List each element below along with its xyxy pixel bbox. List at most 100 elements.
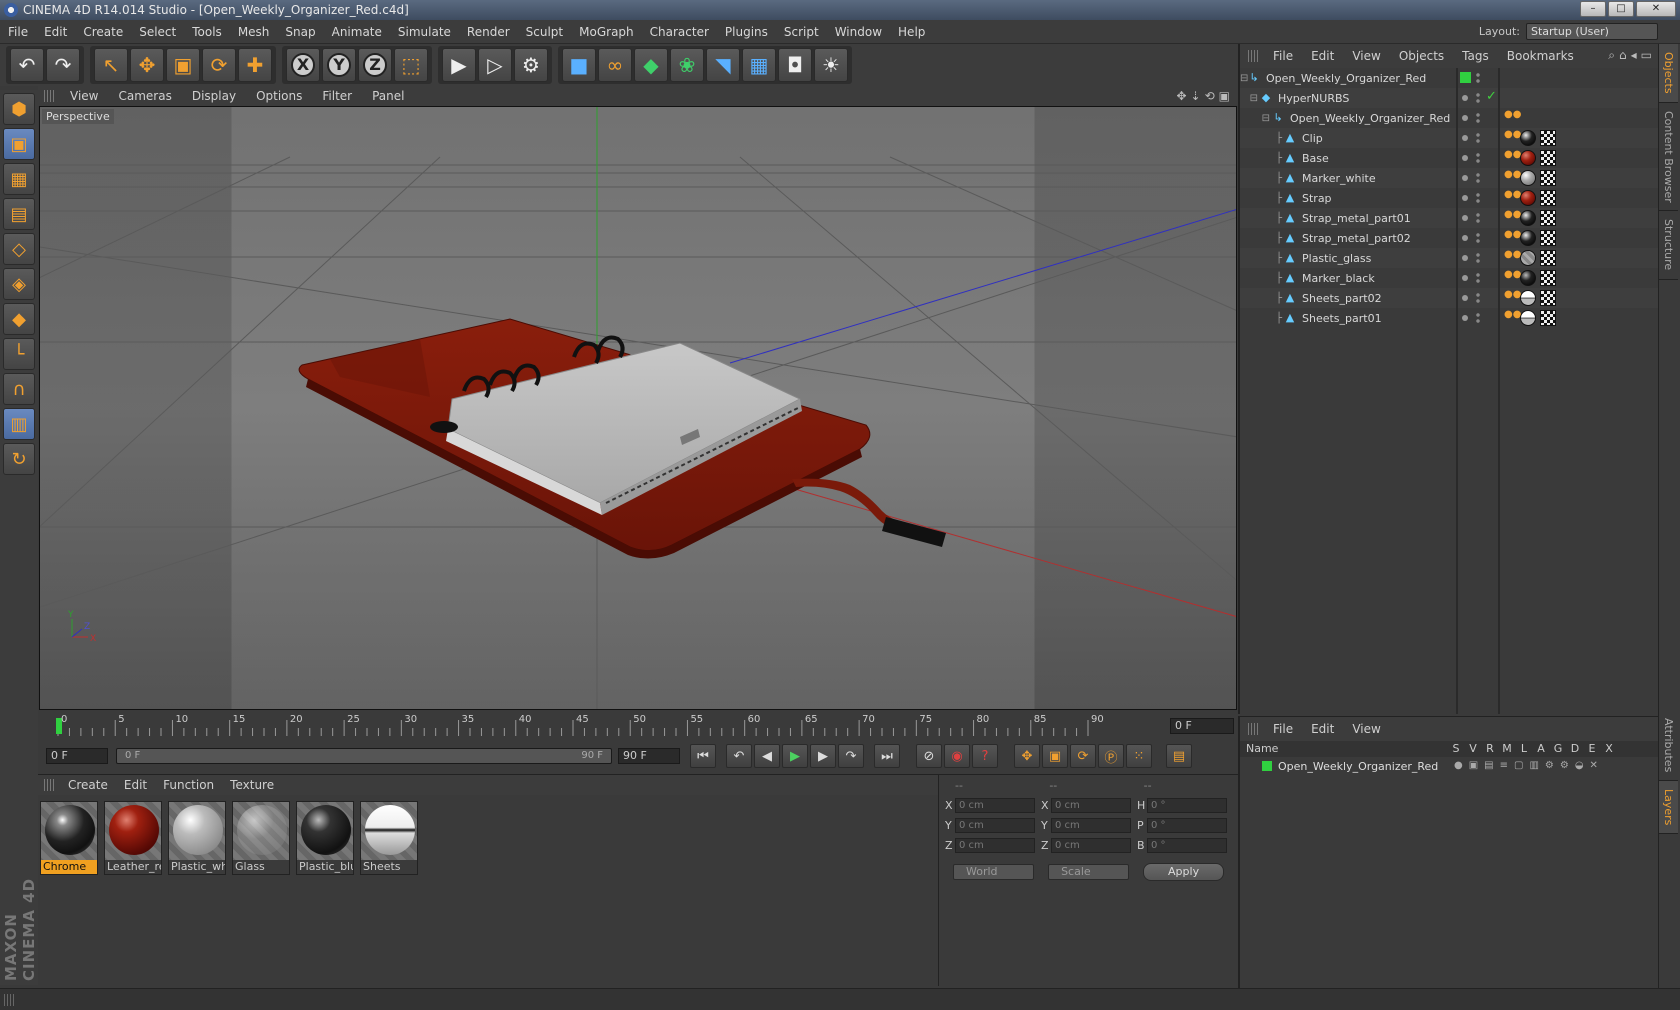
render-visibility-dots[interactable] <box>1476 192 1480 204</box>
material-menu-edit[interactable]: Edit <box>116 778 155 792</box>
layer-row[interactable]: Open_Weekly_Organizer_Red ●▣▤≡▢▥⚙⚙◒✕ <box>1240 757 1658 775</box>
model-mode-icon[interactable]: ▣ <box>3 128 35 160</box>
material-tag-icon[interactable] <box>1520 290 1536 306</box>
menu-file[interactable]: File <box>0 25 36 39</box>
layer-menu-view[interactable]: View <box>1343 722 1389 736</box>
editor-visibility-dot[interactable] <box>1462 295 1468 301</box>
apply-button[interactable]: Apply <box>1143 863 1225 881</box>
viewport-menu-view[interactable]: View <box>60 89 108 103</box>
material-tag-icon[interactable] <box>1520 310 1536 326</box>
object-name[interactable]: HyperNURBS <box>1278 92 1349 105</box>
render-visibility-dots[interactable] <box>1476 172 1480 184</box>
render-visibility-dots[interactable] <box>1476 152 1480 164</box>
coordinate-system-icon[interactable]: ⬚ <box>394 48 428 82</box>
render-picture-viewer-icon[interactable]: ▷ <box>478 48 512 82</box>
phong-tag-icon[interactable]: ●● <box>1504 310 1521 325</box>
keyframe-selection-icon[interactable]: ? <box>972 744 998 768</box>
toggle-layout-icon[interactable]: ▣ <box>1219 89 1230 103</box>
collapse-toggle-icon[interactable]: ⊟ <box>1240 113 1272 124</box>
tab-structure[interactable]: Structure <box>1659 211 1678 280</box>
object-row[interactable]: ├ ▲ Sheets_part02 ●● <box>1240 288 1658 308</box>
next-frame-icon[interactable]: ▶ <box>810 744 836 768</box>
phong-tag-icon[interactable]: ●● <box>1504 150 1521 165</box>
object-name[interactable]: Marker_black <box>1302 272 1375 285</box>
object-name[interactable]: Marker_white <box>1302 172 1376 185</box>
polygons-mode-icon[interactable]: ◆ <box>3 303 35 335</box>
y-axis-lock-icon[interactable]: Y <box>322 48 356 82</box>
timeline-ruler[interactable]: 0 5 10 15 20 25 30 35 40 45 50 55 60 65 70 75 80 85 90 <box>48 714 1148 738</box>
uvw-tag-icon[interactable] <box>1540 170 1556 186</box>
material-tag-icon[interactable] <box>1520 270 1536 286</box>
floor-icon[interactable]: ▦ <box>742 48 776 82</box>
material-menu-texture[interactable]: Texture <box>222 778 282 792</box>
make-editable-icon[interactable]: ⬢ <box>3 93 35 125</box>
menu-mograph[interactable]: MoGraph <box>571 25 642 39</box>
render-visibility-dots[interactable] <box>1476 112 1480 124</box>
light-icon[interactable]: ☀ <box>814 48 848 82</box>
render-visibility-dots[interactable] <box>1476 272 1480 284</box>
menu-animate[interactable]: Animate <box>324 25 390 39</box>
object-row[interactable]: ├ ▲ Strap ●● <box>1240 188 1658 208</box>
orbit-view-icon[interactable]: ⟲ <box>1205 89 1215 103</box>
editor-visibility-dot[interactable] <box>1462 215 1468 221</box>
minimize-button[interactable]: – <box>1580 1 1606 17</box>
layer-column-d[interactable]: D <box>1567 742 1583 755</box>
viewport-menu-panel[interactable]: Panel <box>362 89 414 103</box>
object-menu-tags[interactable]: Tags <box>1453 49 1498 63</box>
layer-name[interactable]: Open_Weekly_Organizer_Red <box>1278 760 1438 773</box>
frame-range-slider[interactable]: 0 F 90 F <box>116 748 612 764</box>
phong-tag-icon[interactable]: ●● <box>1504 250 1521 265</box>
tab-content-browser[interactable]: Content Browser <box>1659 103 1678 212</box>
key-point-level-icon[interactable]: ⁙ <box>1126 744 1152 768</box>
size-value-field[interactable]: 0 cm <box>1051 817 1131 833</box>
menu-simulate[interactable]: Simulate <box>390 25 459 39</box>
editor-visibility-dot[interactable] <box>1462 195 1468 201</box>
menu-edit[interactable]: Edit <box>36 25 75 39</box>
coordinate-system-dropdown[interactable]: World <box>953 864 1035 880</box>
live-selection-icon[interactable]: ↖ <box>94 48 128 82</box>
menu-help[interactable]: Help <box>890 25 933 39</box>
cloner-icon[interactable]: ❀ <box>670 48 704 82</box>
object-menu-objects[interactable]: Objects <box>1390 49 1453 63</box>
uvw-tag-icon[interactable] <box>1540 130 1556 146</box>
viewport-camera-label[interactable]: Perspective <box>42 109 114 124</box>
uvw-tag-icon[interactable] <box>1540 290 1556 306</box>
viewport-menu-cameras[interactable]: Cameras <box>108 89 181 103</box>
scale-icon[interactable]: ▣ <box>166 48 200 82</box>
phong-tag-icon[interactable]: ●● <box>1504 230 1521 245</box>
key-parameter-icon[interactable]: Ⓟ <box>1098 744 1124 768</box>
panel-grip-icon[interactable] <box>44 779 56 791</box>
material-tag-icon[interactable] <box>1520 190 1536 206</box>
render-visibility-dots[interactable] <box>1476 252 1480 264</box>
workplane-icon[interactable]: ▥ <box>3 408 35 440</box>
material-swatch[interactable]: Leather_red <box>104 801 162 875</box>
editor-visibility-dot[interactable] <box>1462 315 1468 321</box>
layer-column-s[interactable]: S <box>1448 742 1464 755</box>
end-frame-field[interactable]: 90 F <box>618 748 680 764</box>
current-frame-field[interactable]: 0 F <box>1170 718 1234 734</box>
locked-workplane-icon[interactable]: ↻ <box>3 443 35 475</box>
phong-tag-icon[interactable]: ●● <box>1504 190 1521 205</box>
x-axis-lock-icon[interactable]: X <box>286 48 320 82</box>
go-to-end-icon[interactable]: ⏭ <box>874 744 900 768</box>
position-value-field[interactable]: 0 cm <box>955 817 1035 833</box>
material-tag-icon[interactable] <box>1520 210 1536 226</box>
menu-plugins[interactable]: Plugins <box>717 25 776 39</box>
material-tag-icon[interactable] <box>1520 170 1536 186</box>
next-key-icon[interactable]: ↷ <box>838 744 864 768</box>
menu-character[interactable]: Character <box>642 25 717 39</box>
render-visibility-dots[interactable] <box>1476 132 1480 144</box>
key-position-icon[interactable]: ✥ <box>1014 744 1040 768</box>
editor-visibility-dot[interactable] <box>1462 175 1468 181</box>
previous-key-icon[interactable]: ↶ <box>726 744 752 768</box>
navigate-back-icon[interactable]: ◂ <box>1631 48 1637 63</box>
object-row[interactable]: ├ ▲ Strap_metal_part01 ●● <box>1240 208 1658 228</box>
rotate-icon[interactable]: ⟳ <box>202 48 236 82</box>
layer-column-name[interactable]: Name <box>1246 742 1278 755</box>
menu-snap[interactable]: Snap <box>277 25 323 39</box>
render-view-icon[interactable]: ▶ <box>442 48 476 82</box>
editor-visibility-dot[interactable] <box>1462 115 1468 121</box>
rotation-value-field[interactable]: 0 ° <box>1147 797 1227 813</box>
material-swatch[interactable]: Sheets <box>360 801 418 875</box>
deformer-icon[interactable]: ◥ <box>706 48 740 82</box>
